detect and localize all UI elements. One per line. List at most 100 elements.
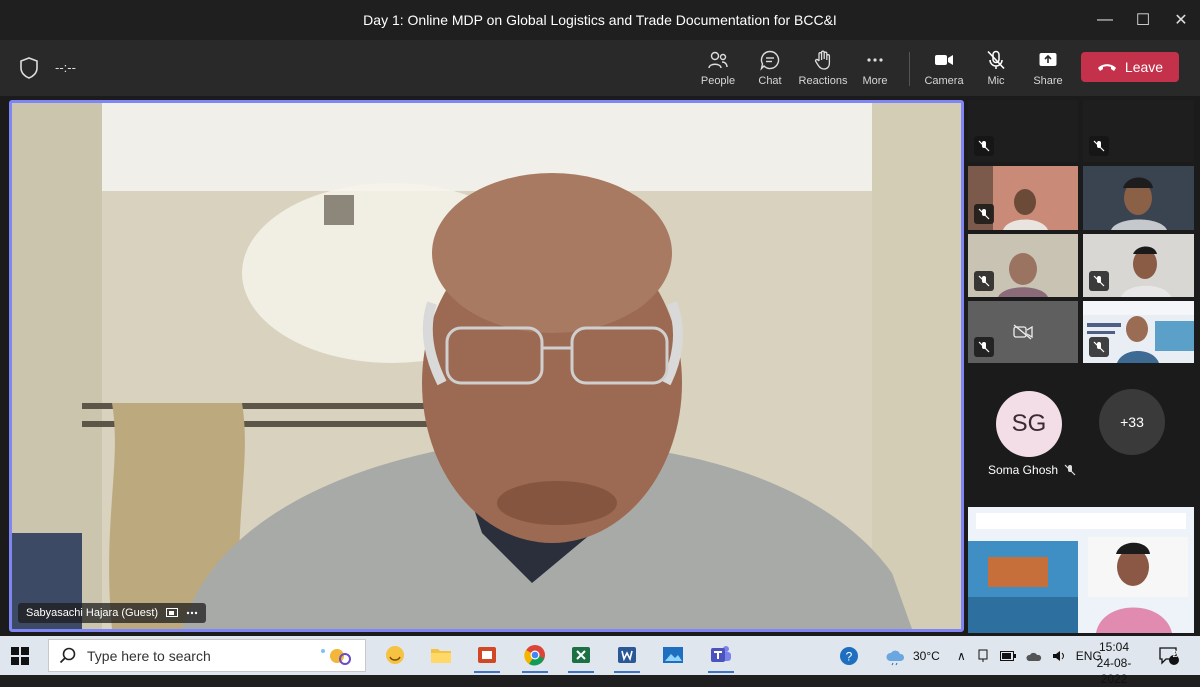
svg-text:?: ? [846, 649, 853, 663]
taskbar-app[interactable] [706, 640, 736, 673]
speaker-name: Sabyasachi Hajara (Guest) [26, 607, 159, 619]
excel-icon [572, 647, 590, 663]
taskbar-app[interactable] [426, 640, 456, 670]
chrome-icon [524, 645, 545, 666]
avatar-name: Soma Ghosh [988, 463, 1059, 477]
muted-mic-badge [1089, 136, 1109, 156]
self-preview-video[interactable] [968, 507, 1194, 633]
window-controls: — ☐ ✕ [1086, 0, 1200, 40]
people-label: People [700, 75, 736, 87]
minimize-button[interactable]: — [1086, 0, 1124, 40]
notification-count: 2 [1172, 649, 1178, 659]
mic-label: Mic [987, 75, 1005, 87]
leave-label: Leave [1124, 59, 1164, 75]
participant-video [1083, 166, 1194, 230]
mic-off-icon [978, 275, 990, 287]
taskbar-app[interactable] [472, 640, 502, 673]
taskbar-clock[interactable]: 15:04 24-08-2022 [1086, 639, 1142, 687]
battery-icon[interactable] [999, 650, 1016, 661]
maximize-button[interactable]: ☐ [1124, 0, 1162, 40]
emoji-app-icon [386, 646, 404, 664]
main-speaker-video[interactable]: Sabyasachi Hajara (Guest) [9, 100, 964, 632]
chat-button[interactable]: Chat [744, 46, 796, 92]
photos-icon [663, 647, 683, 663]
taskbar-app[interactable] [520, 640, 550, 673]
chat-label: Chat [758, 75, 782, 87]
system-tray: ∧ ENG [957, 636, 1102, 675]
teams-icon [711, 646, 731, 662]
participant-tile[interactable] [1083, 166, 1194, 230]
taskbar-app[interactable] [380, 640, 410, 670]
weather-icon [886, 650, 905, 665]
hand-icon [814, 50, 831, 70]
participant-avatar[interactable]: SG [996, 391, 1062, 457]
more-participants-button[interactable]: +33 [1099, 389, 1165, 455]
help-icon: ? [840, 646, 858, 665]
speaker-video-frame [12, 103, 961, 629]
mic-off-icon [1093, 341, 1105, 353]
clock-time: 15:04 [1098, 640, 1130, 654]
muted-mic-badge [974, 204, 994, 224]
muted-mic-badge [1089, 271, 1109, 291]
video-off-icon [1013, 324, 1033, 340]
taskbar-app[interactable] [612, 640, 642, 673]
volume-icon[interactable] [1052, 649, 1066, 663]
share-label: Share [1033, 75, 1063, 87]
meeting-timer: --:-- [55, 60, 76, 75]
muted-mic-badge [974, 337, 994, 357]
mic-off-icon [1093, 275, 1105, 287]
shared-slide-preview [968, 507, 1194, 633]
participant-tile[interactable] [968, 166, 1078, 230]
reactions-button[interactable]: Reactions [797, 46, 849, 92]
more-button[interactable]: More [849, 46, 901, 92]
window-title: Day 1: Online MDP on Global Logistics an… [363, 12, 837, 28]
participant-name: Soma Ghosh [988, 463, 1076, 477]
participant-tile[interactable] [968, 100, 1078, 162]
powerpoint-icon [478, 647, 496, 663]
title-bar: Day 1: Online MDP on Global Logistics an… [0, 0, 1200, 40]
toolbar-divider [909, 52, 910, 86]
notification-center[interactable]: 2 [1158, 636, 1180, 675]
options-icon[interactable] [186, 611, 198, 615]
reactions-label: Reactions [798, 75, 848, 87]
mic-off-icon [1093, 140, 1105, 152]
windows-taskbar: Type here to search ? 30°C ∧ ENG 15:04 2… [0, 636, 1200, 686]
onedrive-icon[interactable] [1026, 650, 1042, 662]
taskbar-app[interactable] [658, 640, 688, 670]
network-icon[interactable] [976, 649, 990, 663]
camera-icon [935, 55, 953, 65]
help-tray-icon[interactable]: ? [838, 636, 860, 675]
participant-tile[interactable] [1083, 234, 1194, 297]
camera-label: Camera [924, 75, 964, 87]
mic-off-icon [987, 50, 1005, 70]
share-button[interactable]: Share [1022, 46, 1074, 92]
screen-share-icon [166, 608, 179, 617]
file-explorer-icon [431, 649, 451, 663]
taskbar-app[interactable] [566, 640, 596, 673]
people-button[interactable]: People [692, 46, 744, 92]
leave-button[interactable]: Leave [1081, 52, 1179, 82]
clock-date: 24-08-2022 [1096, 656, 1132, 686]
mic-button[interactable]: Mic [970, 46, 1022, 92]
camera-button[interactable]: Camera [918, 46, 970, 92]
windows-start-icon[interactable] [8, 644, 32, 668]
participant-tile[interactable] [968, 234, 1078, 297]
more-icon [867, 58, 883, 62]
share-icon [1039, 53, 1057, 66]
shield-icon[interactable] [18, 56, 40, 80]
search-icon [59, 647, 76, 663]
word-icon [618, 647, 636, 663]
participant-tile[interactable] [1083, 100, 1194, 162]
close-button[interactable]: ✕ [1162, 0, 1200, 40]
search-placeholder: Type here to search [87, 647, 211, 664]
muted-mic-badge [974, 271, 994, 291]
search-highlight-icon[interactable] [315, 645, 355, 667]
participant-tile[interactable] [1083, 301, 1194, 363]
weather-temp: 30°C [913, 648, 940, 663]
speaker-name-tag: Sabyasachi Hajara (Guest) [18, 603, 207, 623]
taskbar-search[interactable]: Type here to search [48, 639, 366, 672]
muted-mic-badge [974, 136, 994, 156]
participant-tile[interactable] [968, 301, 1078, 363]
chevron-up-icon[interactable]: ∧ [957, 649, 966, 663]
weather-widget[interactable]: 30°C [885, 636, 940, 675]
